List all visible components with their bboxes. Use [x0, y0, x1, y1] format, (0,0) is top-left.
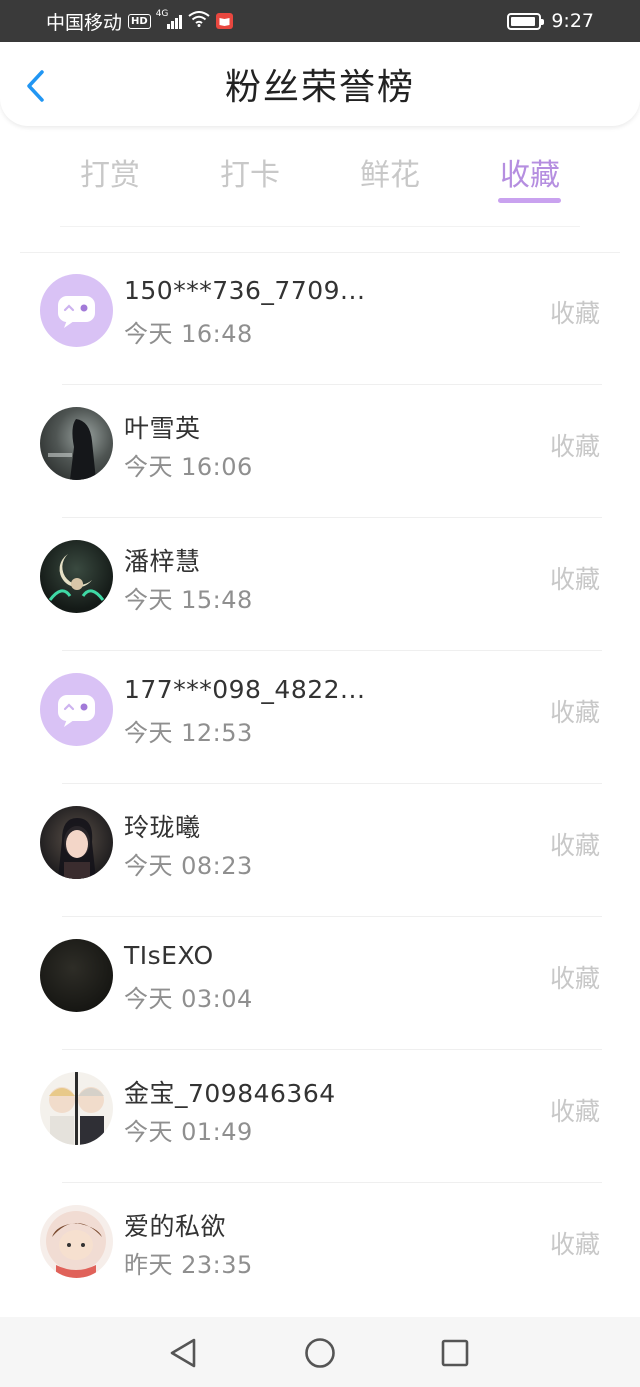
- list-item[interactable]: 叶雪英 今天 16:06 收藏: [0, 385, 640, 518]
- clock: 9:27: [551, 10, 594, 32]
- status-right: 9:27: [507, 10, 594, 32]
- battery-icon: [507, 12, 545, 30]
- home-circle-icon: [305, 1338, 335, 1368]
- timestamp: 今天 12:53: [124, 719, 253, 747]
- chat-bubble-icon: [58, 695, 95, 727]
- system-nav-bar: [0, 1317, 640, 1387]
- active-tab-indicator: [498, 198, 561, 203]
- action-label: 收藏: [549, 565, 600, 594]
- back-button[interactable]: [20, 68, 50, 104]
- action-label: 收藏: [549, 964, 600, 993]
- user-name: 爱的私欲: [124, 1212, 227, 1241]
- tab-favorites[interactable]: 收藏: [500, 150, 560, 194]
- timestamp: 今天 01:49: [124, 1118, 253, 1146]
- avatar: [40, 274, 113, 347]
- list-item[interactable]: TIsEXO 今天 03:04 收藏: [0, 917, 640, 1050]
- nav-recents-button[interactable]: [439, 1337, 471, 1369]
- header: 粉丝荣誉榜: [0, 42, 640, 126]
- list-item[interactable]: 金宝_709846364 今天 01:49 收藏: [0, 1050, 640, 1183]
- timestamp: 今天 16:06: [124, 453, 253, 481]
- list-item[interactable]: 潘梓慧 今天 15:48 收藏: [0, 518, 640, 651]
- avatar: [40, 806, 113, 879]
- battery-level: [511, 16, 535, 26]
- list-item[interactable]: 玲珑曦 今天 08:23 收藏: [0, 784, 640, 917]
- timestamp: 昨天 23:35: [124, 1251, 253, 1279]
- back-triangle-icon: [170, 1338, 196, 1368]
- list-item[interactable]: 150***736_7709... 今天 16:48 收藏: [0, 252, 640, 385]
- action-label: 收藏: [549, 299, 600, 328]
- divider: [60, 226, 580, 227]
- avatar: [40, 939, 113, 1012]
- user-name: 潘梓慧: [124, 547, 201, 576]
- user-name: 金宝_709846364: [124, 1079, 336, 1108]
- avatar: [40, 1072, 113, 1145]
- list-item[interactable]: 爱的私欲 昨天 23:35 收藏: [0, 1183, 640, 1316]
- tab-reward[interactable]: 打赏: [80, 150, 140, 194]
- tab-flowers[interactable]: 鲜花: [360, 150, 420, 194]
- timestamp: 今天 08:23: [124, 852, 253, 880]
- user-name: 177***098_4822...: [124, 675, 366, 704]
- action-label: 收藏: [549, 698, 600, 727]
- action-label: 收藏: [549, 1230, 600, 1259]
- action-label: 收藏: [549, 1097, 600, 1126]
- action-label: 收藏: [549, 432, 600, 461]
- avatar: [40, 540, 113, 613]
- reader-app-icon: [215, 13, 233, 29]
- timestamp: 今天 15:48: [124, 586, 253, 614]
- chat-bubble-icon: [58, 296, 95, 328]
- chevron-left-icon: [27, 70, 44, 102]
- list-item[interactable]: 177***098_4822... 今天 12:53 收藏: [0, 651, 640, 784]
- user-name: TIsEXO: [124, 941, 214, 970]
- timestamp: 今天 03:04: [124, 985, 253, 1013]
- wifi-icon: [188, 10, 210, 32]
- page-title: 粉丝荣誉榜: [224, 67, 415, 108]
- nav-back-button[interactable]: [167, 1337, 199, 1369]
- user-name: 150***736_7709...: [124, 276, 366, 305]
- network-type-label: 4G: [155, 9, 169, 19]
- nav-home-button[interactable]: [304, 1337, 336, 1369]
- signal-icon: 4G: [156, 9, 182, 29]
- status-bar: 中国移动 HD 4G 9:27: [0, 0, 640, 42]
- user-name: 叶雪英: [124, 414, 201, 443]
- avatar: [40, 407, 113, 480]
- user-name: 玲珑曦: [124, 813, 201, 842]
- hd-badge: HD: [128, 13, 151, 29]
- action-label: 收藏: [549, 831, 600, 860]
- timestamp: 今天 16:48: [124, 320, 253, 348]
- recents-square-icon: [441, 1339, 469, 1367]
- carrier-label: 中国移动: [46, 11, 123, 34]
- tab-checkin[interactable]: 打卡: [220, 150, 280, 194]
- avatar: [40, 1205, 113, 1278]
- avatar: [40, 673, 113, 746]
- status-left: 中国移动 HD 4G: [46, 8, 233, 35]
